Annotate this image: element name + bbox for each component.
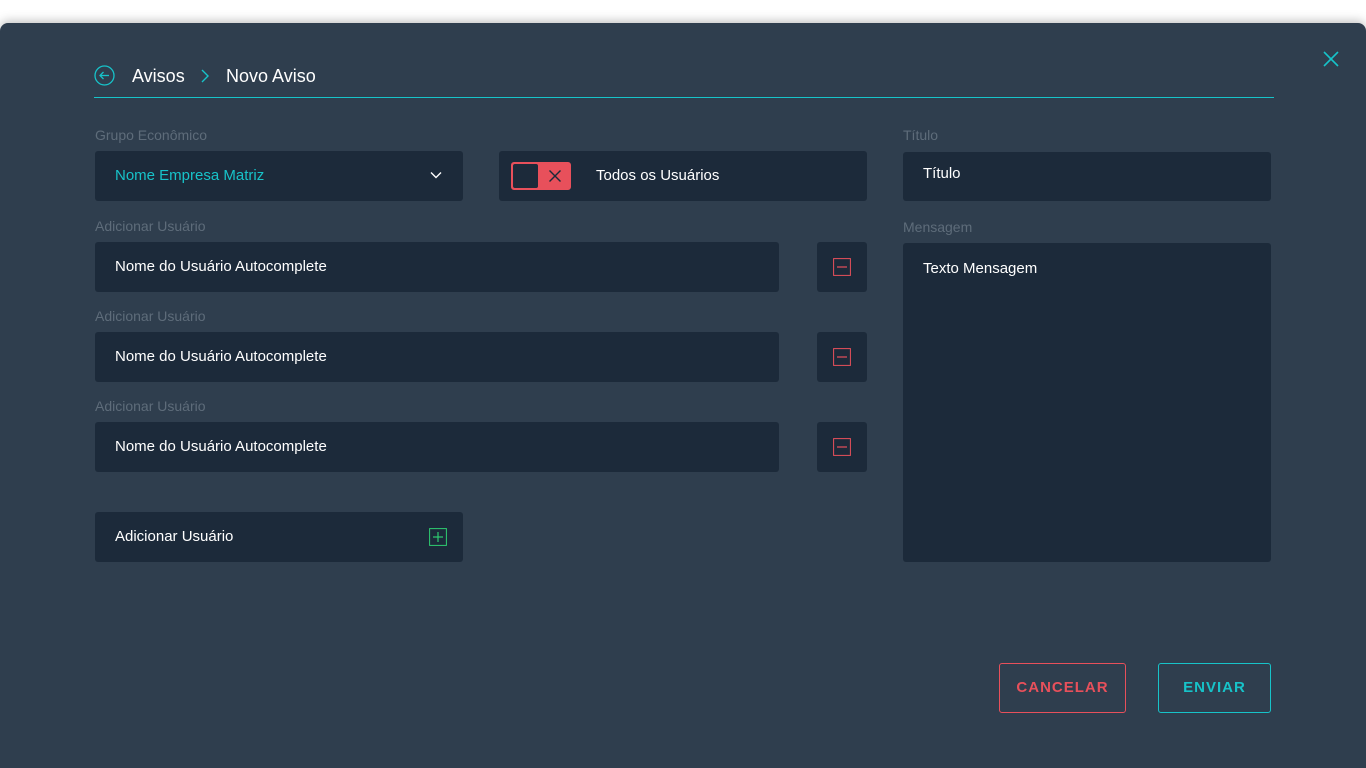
user-autocomplete-input[interactable]: Nome do Usuário Autocomplete bbox=[95, 422, 779, 472]
add-user-button[interactable]: Adicionar Usuário bbox=[95, 512, 463, 562]
toggle-knob bbox=[513, 164, 538, 188]
add-user-label: Adicionar Usuário bbox=[95, 398, 206, 414]
minus-icon bbox=[833, 258, 851, 276]
cancel-button[interactable]: CANCELAR bbox=[999, 663, 1126, 713]
user-autocomplete-input[interactable]: Nome do Usuário Autocomplete bbox=[95, 332, 779, 382]
user-autocomplete-value: Nome do Usuário Autocomplete bbox=[115, 438, 327, 455]
all-users-row: Todos os Usuários bbox=[499, 151, 867, 201]
send-button[interactable]: ENVIAR bbox=[1158, 663, 1271, 713]
mensagem-textarea[interactable] bbox=[903, 243, 1271, 562]
user-autocomplete-input[interactable]: Nome do Usuário Autocomplete bbox=[95, 242, 779, 292]
minus-icon bbox=[833, 348, 851, 366]
close-icon[interactable] bbox=[1321, 49, 1341, 69]
titulo-input[interactable]: Título bbox=[903, 152, 1271, 201]
chevron-right-icon bbox=[201, 69, 209, 83]
grupo-economico-label: Grupo Econômico bbox=[95, 127, 208, 143]
all-users-toggle[interactable] bbox=[511, 162, 571, 190]
breadcrumb-parent-link[interactable]: Avisos bbox=[132, 65, 185, 87]
add-user-label: Adicionar Usuário bbox=[95, 218, 206, 234]
breadcrumb: Avisos Novo Aviso bbox=[94, 53, 1274, 98]
breadcrumb-current: Novo Aviso bbox=[226, 66, 316, 86]
minus-icon bbox=[833, 438, 851, 456]
grupo-economico-select[interactable]: Nome Empresa Matriz bbox=[95, 151, 463, 201]
remove-user-button[interactable] bbox=[817, 332, 867, 382]
titulo-label: Título bbox=[903, 127, 939, 143]
plus-icon bbox=[429, 528, 447, 546]
mensagem-label: Mensagem bbox=[903, 219, 973, 235]
user-autocomplete-value: Nome do Usuário Autocomplete bbox=[115, 348, 327, 365]
user-autocomplete-value: Nome do Usuário Autocomplete bbox=[115, 258, 327, 275]
back-arrow-icon[interactable] bbox=[94, 65, 115, 86]
x-icon bbox=[549, 170, 561, 182]
titulo-placeholder: Título bbox=[923, 165, 961, 182]
add-user-button-label: Adicionar Usuário bbox=[115, 528, 234, 545]
remove-user-button[interactable] bbox=[817, 242, 867, 292]
all-users-label: Todos os Usuários bbox=[596, 167, 720, 184]
chevron-down-icon bbox=[430, 172, 442, 179]
grupo-economico-value: Nome Empresa Matriz bbox=[115, 167, 265, 184]
remove-user-button[interactable] bbox=[817, 422, 867, 472]
add-user-label: Adicionar Usuário bbox=[95, 308, 206, 324]
